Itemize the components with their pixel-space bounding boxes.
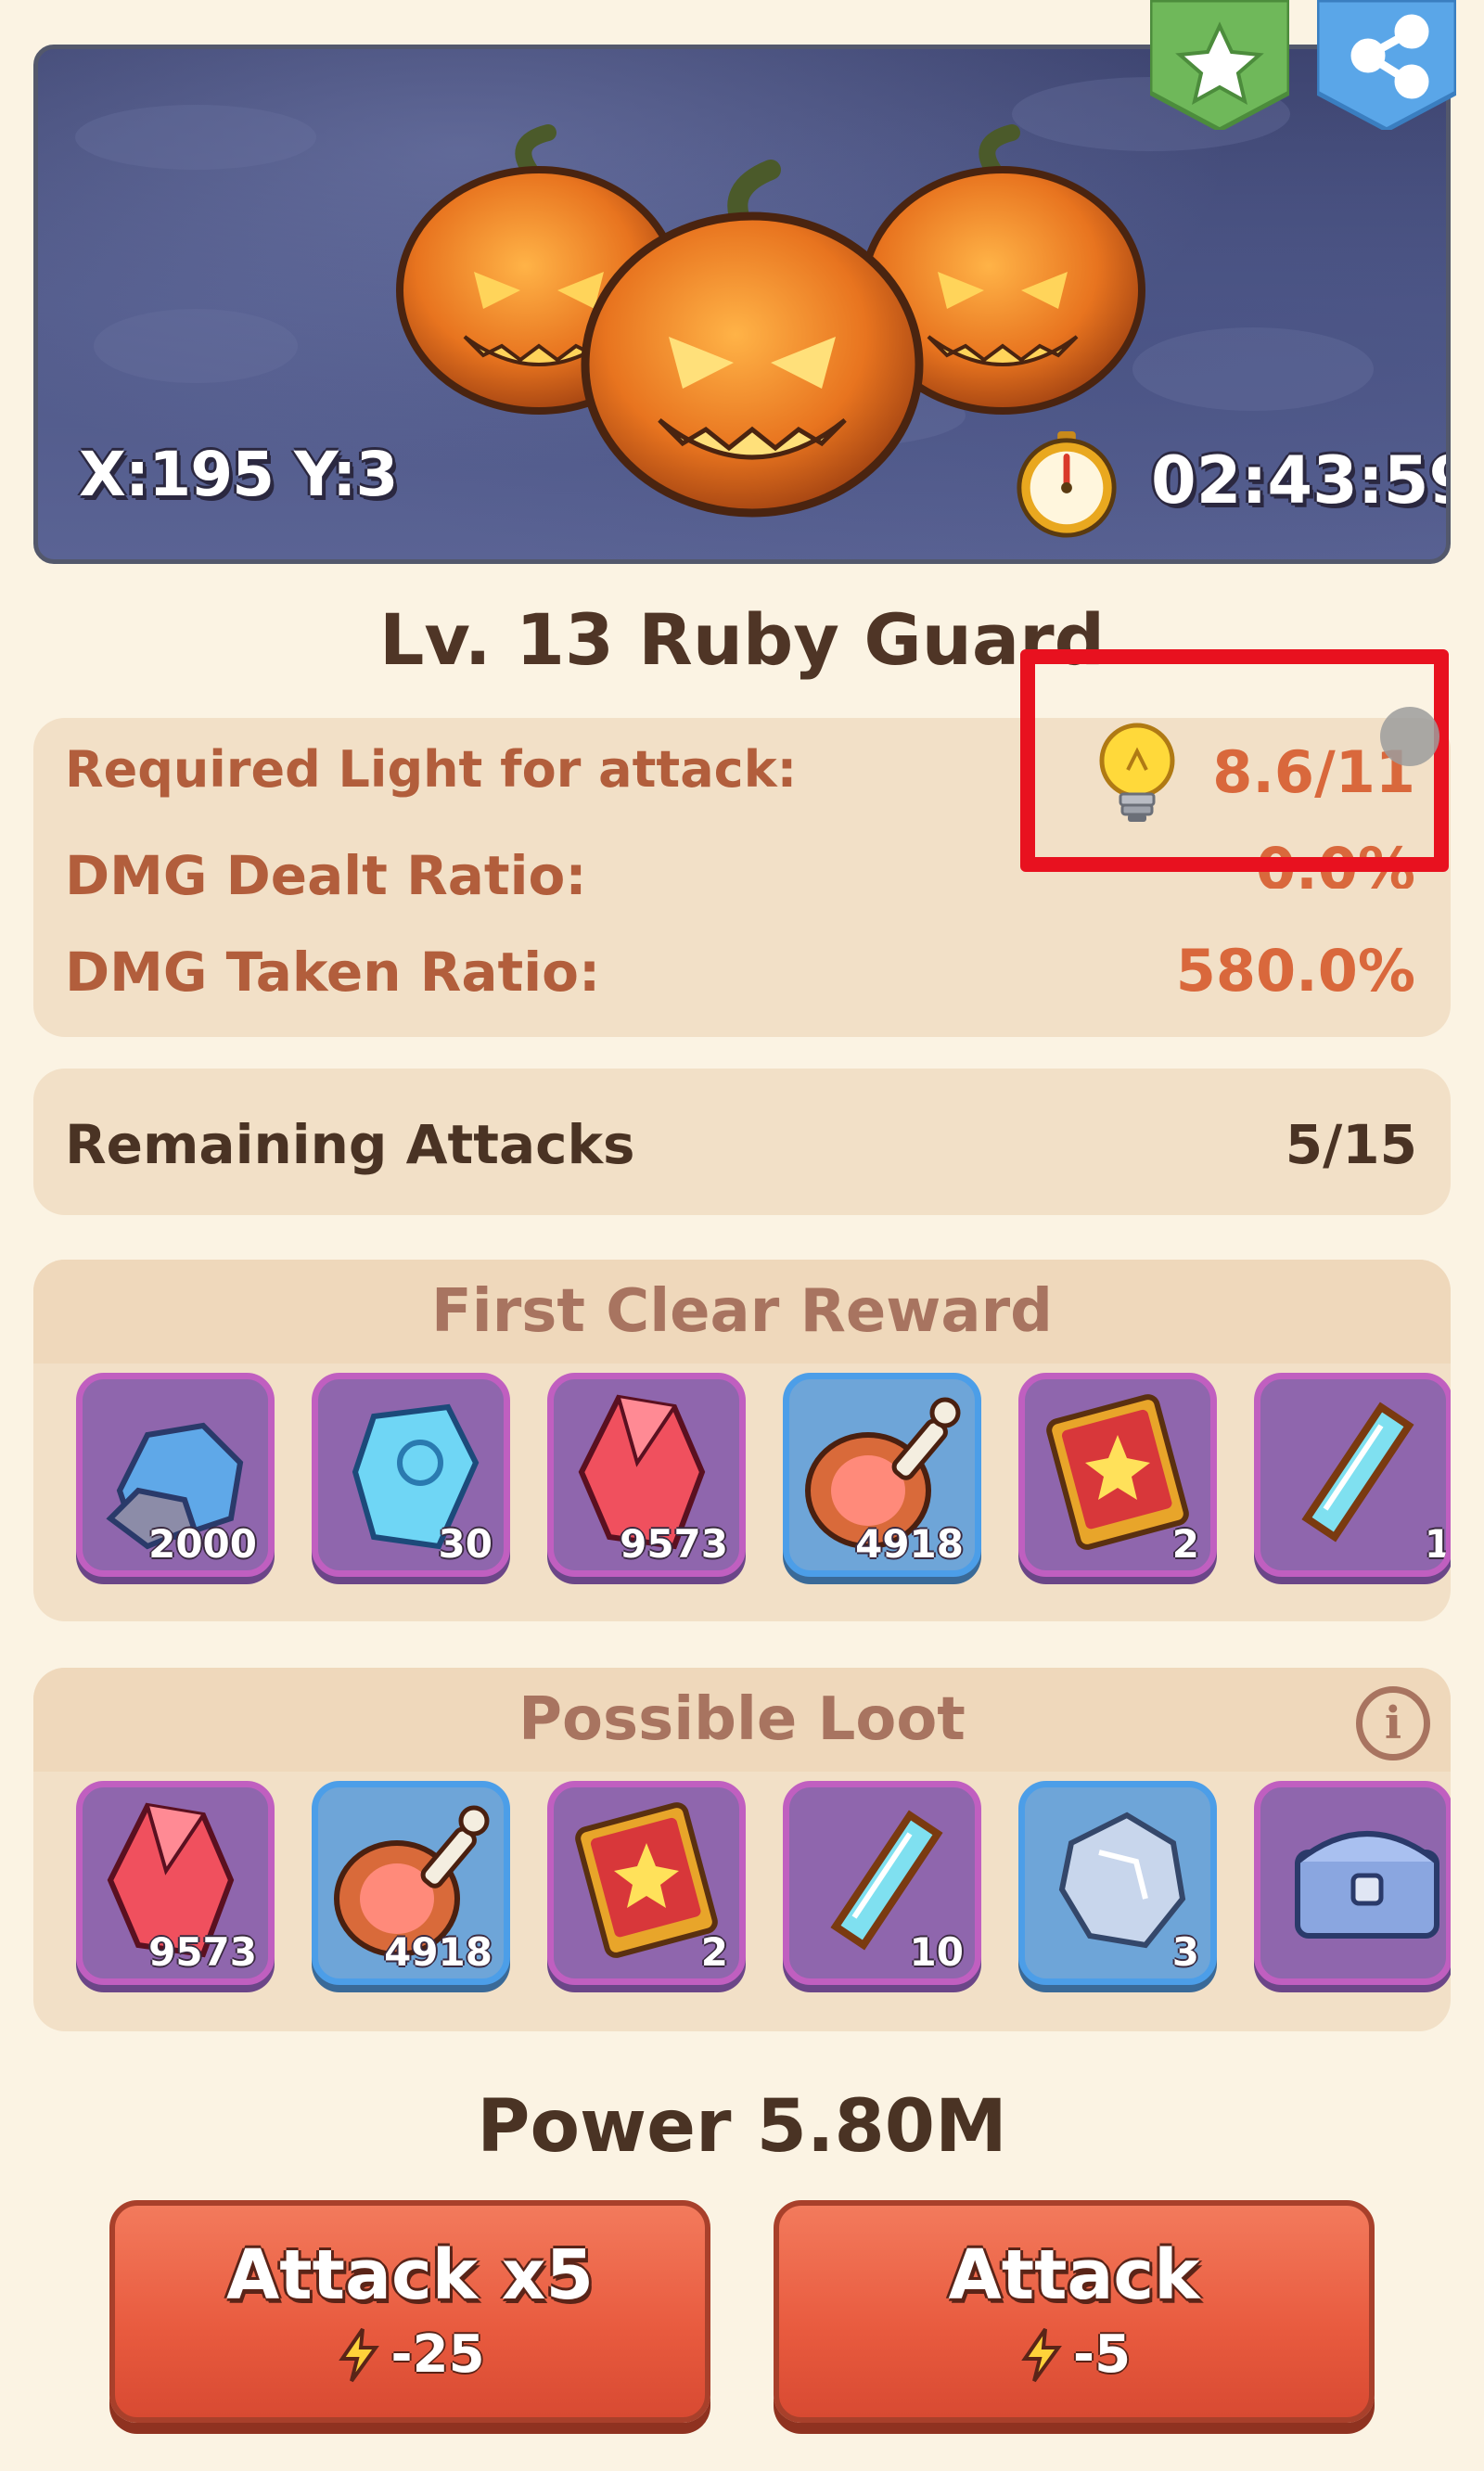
map-coordinates: X:195 Y:3 bbox=[79, 439, 398, 510]
required-light-label: Required Light for attack: bbox=[65, 740, 798, 799]
possible-loot-title: Possible Loot bbox=[33, 1668, 1451, 1772]
reward-tile[interactable]: 2000 bbox=[76, 1373, 275, 1577]
dmg-dealt-label: DMG Dealt Ratio: bbox=[65, 844, 587, 907]
highlight-box bbox=[1020, 649, 1449, 872]
loot-tile[interactable]: 4918 bbox=[312, 1781, 510, 1985]
stopwatch-icon bbox=[1017, 430, 1117, 538]
loot-count: 3 bbox=[1171, 1929, 1199, 1975]
loot-tile[interactable]: 2 bbox=[547, 1781, 746, 1985]
diamond-shard-icon bbox=[1301, 1402, 1414, 1543]
share-ribbon-button[interactable] bbox=[1317, 0, 1456, 130]
attack-label: Attack bbox=[948, 2235, 1200, 2315]
lightning-icon bbox=[1021, 2327, 1062, 2382]
attack-x5-cost: -25 bbox=[390, 2324, 485, 2385]
remaining-attacks-panel: Remaining Attacks 5/15 bbox=[33, 1069, 1451, 1215]
first-clear-reward-list: 2000 30 9573 4918 2 1 bbox=[76, 1373, 1451, 1586]
first-clear-reward-title: First Clear Reward bbox=[33, 1260, 1451, 1364]
first-clear-reward-panel: First Clear Reward 2000 30 9573 4918 2 1 bbox=[33, 1260, 1451, 1621]
attack-x5-label: Attack x5 bbox=[225, 2235, 594, 2315]
reward-tile[interactable]: 1 bbox=[1254, 1373, 1451, 1577]
attack-cost: -5 bbox=[1072, 2324, 1132, 2385]
dmg-taken-label: DMG Taken Ratio: bbox=[65, 941, 601, 1004]
favorite-ribbon-button[interactable] bbox=[1150, 0, 1289, 130]
reward-count: 1 bbox=[1424, 1521, 1451, 1567]
reward-tile[interactable]: 2 bbox=[1018, 1373, 1217, 1577]
remaining-attacks-value: 5/15 bbox=[1285, 1113, 1417, 1176]
reward-count: 9573 bbox=[620, 1521, 728, 1567]
info-icon[interactable]: i bbox=[1356, 1686, 1430, 1760]
loot-count: 4918 bbox=[384, 1929, 493, 1975]
reward-count: 2 bbox=[1171, 1521, 1199, 1567]
chest-icon bbox=[1295, 1831, 1439, 1939]
scroll-knob[interactable] bbox=[1380, 707, 1439, 766]
power-text: Power 5.80M bbox=[477, 2085, 1007, 2169]
reward-count: 4918 bbox=[855, 1521, 964, 1567]
countdown-timer: 02:43:59 bbox=[1151, 442, 1451, 519]
reward-count: 30 bbox=[438, 1521, 493, 1567]
loot-tile[interactable] bbox=[1254, 1781, 1451, 1985]
attack-button[interactable]: Attack -5 bbox=[774, 2200, 1375, 2423]
reward-tile[interactable]: 30 bbox=[312, 1373, 510, 1577]
reward-count: 2000 bbox=[148, 1521, 257, 1567]
lightning-icon bbox=[339, 2327, 380, 2382]
loot-count: 9573 bbox=[148, 1929, 257, 1975]
loot-tile[interactable]: 3 bbox=[1018, 1781, 1217, 1985]
loot-count: 2 bbox=[700, 1929, 728, 1975]
loot-tile[interactable]: 9573 bbox=[76, 1781, 275, 1985]
remaining-attacks-label: Remaining Attacks bbox=[65, 1113, 635, 1176]
reward-tile[interactable]: 4918 bbox=[783, 1373, 981, 1577]
loot-tile[interactable]: 10 bbox=[783, 1781, 981, 1985]
attack-x5-button[interactable]: Attack x5 -25 bbox=[109, 2200, 710, 2423]
possible-loot-list: 9573 4918 2 10 3 bbox=[76, 1781, 1451, 1994]
possible-loot-panel: Possible Loot 9573 4918 2 10 3 bbox=[33, 1668, 1451, 2031]
reward-tile[interactable]: 9573 bbox=[547, 1373, 746, 1577]
loot-count: 10 bbox=[909, 1929, 964, 1975]
dmg-taken-value: 580.0% bbox=[1175, 937, 1415, 1005]
